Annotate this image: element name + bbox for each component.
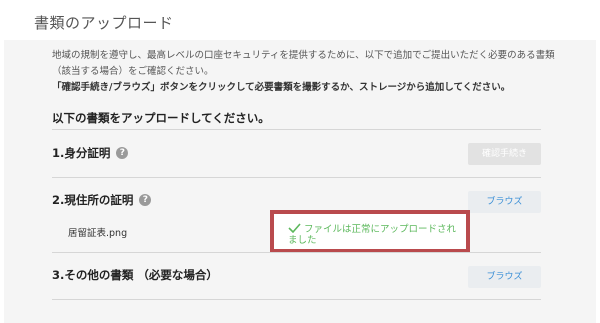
doc-other-label: 3.その他の書類 （必要な場合）: [52, 268, 218, 282]
upload-success-message: ファイルは正常にアップロードされました: [288, 223, 458, 246]
upload-success-text: ファイルは正常にアップロードされました: [288, 224, 457, 246]
doc-address-label: 2.現住所の証明: [52, 193, 134, 207]
browse-button-other[interactable]: ブラウズ: [468, 266, 541, 288]
doc-identity-label: 1.身分証明: [52, 146, 111, 160]
browse-button-address[interactable]: ブラウズ: [468, 191, 541, 213]
help-icon[interactable]: ?: [139, 194, 152, 206]
divider: [52, 252, 541, 253]
divider: [52, 299, 541, 300]
page-title: 書類のアップロード: [34, 14, 174, 32]
uploaded-file-name: 居留証表.png: [68, 228, 128, 239]
doc-identity-title: 1.身分証明 ?: [52, 145, 129, 161]
intro-line-3: 「確認手続き/ブラウズ」ボタンをクリックして必要書類を撮影するか、ストレージから…: [52, 82, 511, 93]
verify-procedure-button[interactable]: 確認手続き: [468, 143, 541, 165]
upload-heading: 以下の書類をアップロードしてください。: [52, 111, 270, 125]
intro-text: 地域の規制を遵守し、最高レベルの口座セキュリティを提供するために、以下で追加でご…: [52, 48, 562, 96]
help-icon[interactable]: ?: [116, 147, 129, 159]
divider: [52, 177, 541, 178]
upload-success-highlight: ファイルは正常にアップロードされました: [270, 210, 470, 253]
intro-line-1: 地域の規制を遵守し、最高レベルの口座セキュリティを提供するために、以下で追加でご…: [52, 50, 555, 61]
doc-other-title: 3.その他の書類 （必要な場合）: [52, 267, 218, 283]
intro-line-2: （該当する場合）をご確認ください。: [52, 66, 214, 77]
doc-address-title: 2.現住所の証明 ?: [52, 192, 152, 208]
check-icon: [288, 223, 301, 233]
divider: [52, 129, 541, 130]
